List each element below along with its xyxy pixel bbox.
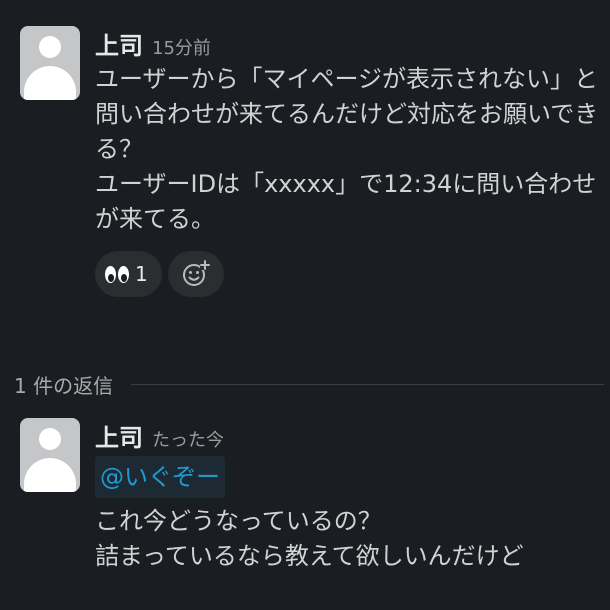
add-reaction-icon: [182, 260, 210, 286]
message-line: これ今どうなっているの？: [95, 507, 382, 535]
sender-name[interactable]: 上司: [95, 26, 143, 61]
add-reaction-button[interactable]: [167, 251, 224, 297]
avatar-shoulders: [24, 458, 76, 492]
user-mention[interactable]: @いぐぞー: [95, 456, 225, 498]
reaction-count: 1: [135, 262, 148, 286]
divider-line: [131, 383, 604, 385]
message-line: ユーザーIDは「xxxxx」で12:34に問い合わせが来てる。: [95, 170, 597, 233]
thread-view: 上司 15分前 ユーザーから「マイページが表示されない」と問い合わせが来てるんだ…: [0, 0, 610, 610]
avatar-shoulders: [24, 66, 76, 100]
eye-right: [118, 265, 129, 283]
avatar[interactable]: [20, 418, 80, 492]
avatar-head: [39, 428, 61, 450]
reactions-bar: 1: [95, 251, 602, 297]
message-line: 詰まっているなら教えて欲しいんだけど: [95, 542, 524, 570]
eye-left: [105, 265, 116, 283]
message-line: ユーザーから「マイページが表示されない」と問い合わせが来てるんだけど対応をお願い…: [95, 65, 599, 163]
message-timestamp[interactable]: 15分前: [152, 34, 211, 60]
message-content: 上司 15分前 ユーザーから「マイページが表示されない」と問い合わせが来てるんだ…: [95, 26, 602, 297]
message-header: 上司 15分前: [95, 26, 602, 62]
message-timestamp[interactable]: たった今: [152, 426, 224, 452]
avatar[interactable]: [20, 26, 80, 100]
message-body: ユーザーから「マイページが表示されない」と問い合わせが来てるんだけど対応をお願い…: [95, 62, 602, 237]
message-header: 上司 たった今: [95, 418, 602, 454]
message-body: @いぐぞー これ今どうなっているの？ 詰まっているなら教えて欲しいんだけど: [95, 454, 602, 574]
reaction-eyes[interactable]: 1: [95, 251, 162, 297]
thread-reply-divider: 1 件の返信: [14, 366, 604, 402]
sender-name[interactable]: 上司: [95, 418, 143, 453]
avatar-head: [39, 36, 61, 58]
message-content: 上司 たった今 @いぐぞー これ今どうなっているの？ 詰まっているなら教えて欲し…: [95, 418, 602, 574]
reply-count-label: 1 件の返信: [14, 373, 114, 398]
eyes-icon: [105, 265, 129, 283]
